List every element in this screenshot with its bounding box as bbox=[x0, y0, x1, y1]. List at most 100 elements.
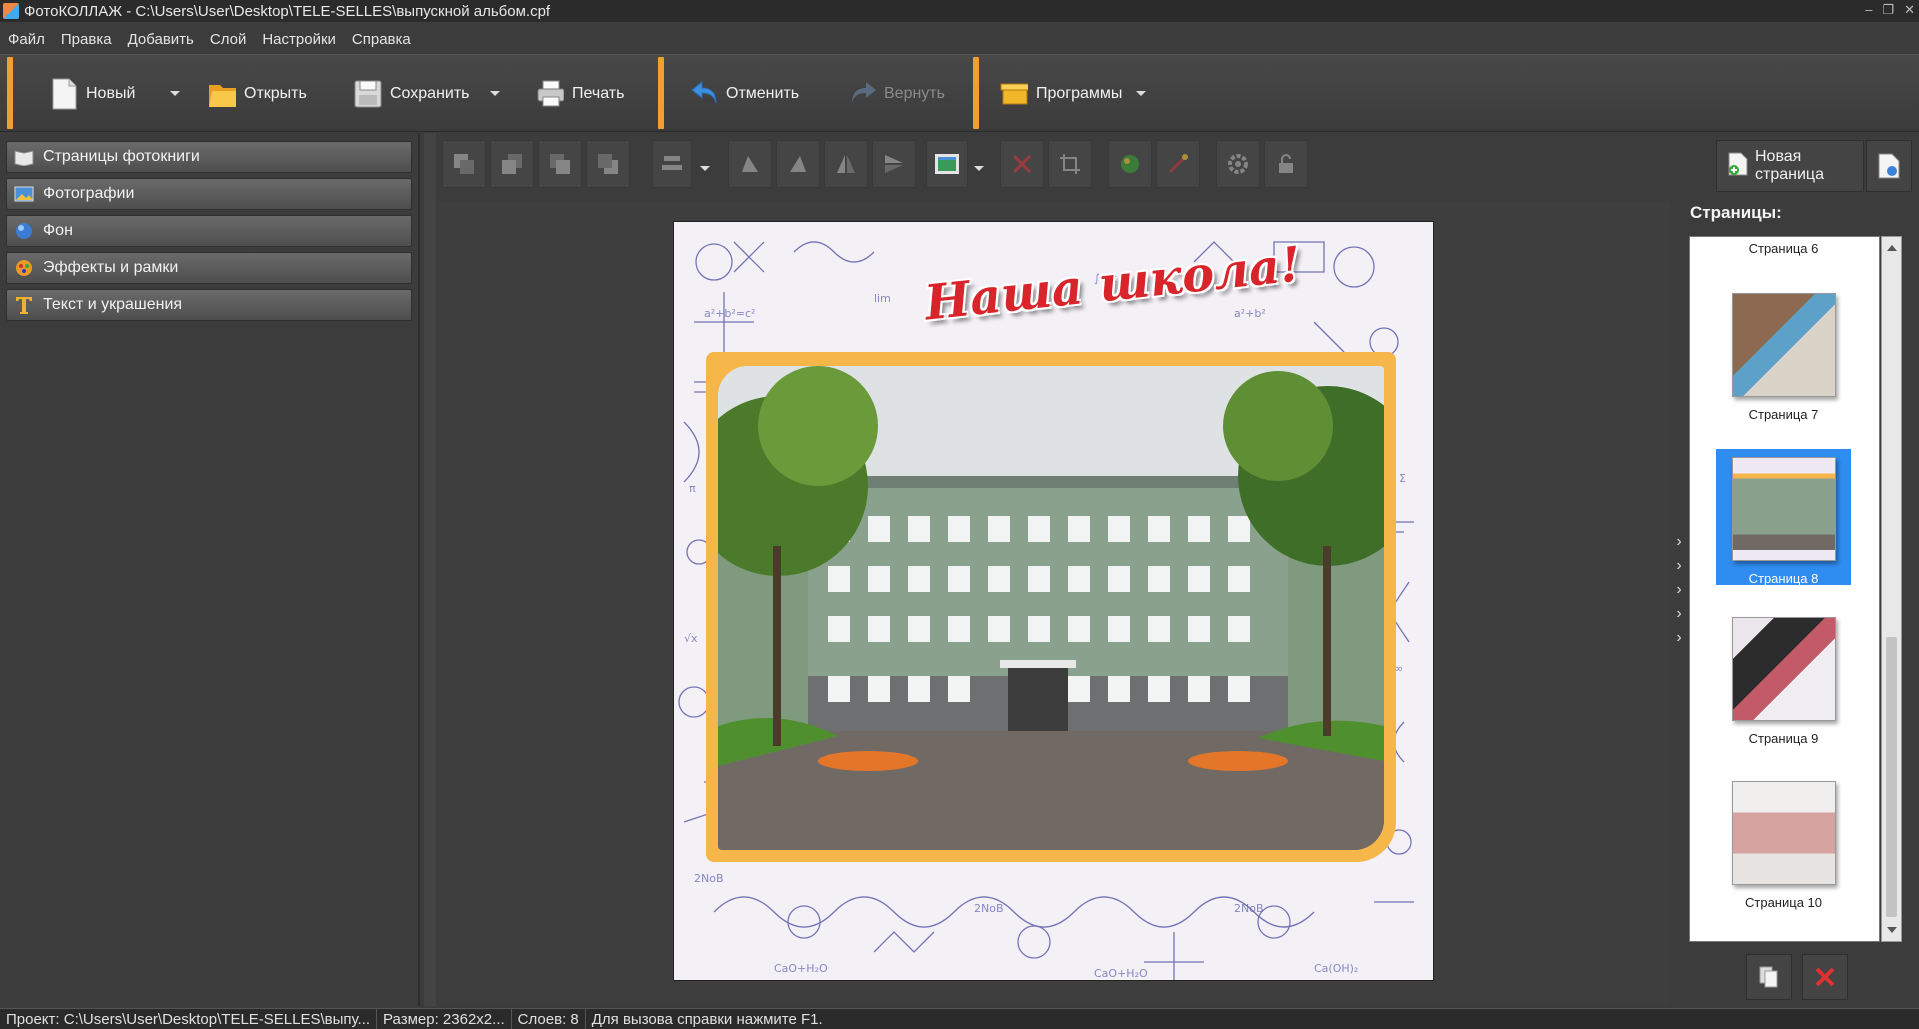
duplicate-page-button[interactable] bbox=[1746, 954, 1792, 1000]
align-dropdown-caret[interactable] bbox=[700, 166, 710, 171]
photo-frame[interactable] bbox=[706, 352, 1396, 862]
sidebar-item-label: Текст и украшения bbox=[43, 296, 183, 313]
align-icon bbox=[662, 156, 682, 170]
menu-add[interactable]: Добавить bbox=[120, 31, 202, 48]
programs-dropdown-caret[interactable] bbox=[1136, 91, 1146, 96]
edit-toolbar bbox=[438, 136, 1678, 196]
page-label: Страница 6 bbox=[1748, 241, 1819, 256]
sidebar-item-photobook-pages[interactable]: Страницы фотокниги bbox=[6, 141, 412, 173]
menu-file[interactable]: Файл bbox=[0, 31, 53, 48]
flip-vertical-button[interactable] bbox=[872, 140, 916, 188]
save-dropdown-caret[interactable] bbox=[490, 91, 500, 96]
open-button[interactable]: Открыть bbox=[208, 69, 307, 119]
rotate-right-button[interactable] bbox=[776, 140, 820, 188]
page-thumb-10[interactable]: Страница 10 bbox=[1716, 781, 1851, 910]
scroll-thumb[interactable] bbox=[1886, 637, 1897, 917]
crop-button[interactable] bbox=[1048, 140, 1092, 188]
magic-wand-button[interactable] bbox=[1156, 140, 1200, 188]
send-to-back-button[interactable] bbox=[586, 140, 630, 188]
page-thumbnail bbox=[1731, 781, 1836, 885]
page-label: Страница 7 bbox=[1748, 407, 1819, 422]
redo-button[interactable]: Вернуть bbox=[848, 69, 945, 119]
pages-list[interactable]: Страница 6 Страница 7 Страница 8 Страниц… bbox=[1689, 236, 1880, 942]
print-button[interactable]: Печать bbox=[536, 69, 624, 119]
status-size: Размер: 2362x2... bbox=[377, 1008, 512, 1029]
page-thumb-9[interactable]: Страница 9 bbox=[1716, 617, 1851, 746]
bring-forward-button[interactable] bbox=[490, 140, 534, 188]
chevron-right-icon: › bbox=[1676, 605, 1682, 622]
collapse-arrows[interactable]: › › › › › bbox=[1672, 530, 1686, 650]
svg-text:a²+b²: a²+b² bbox=[1234, 307, 1266, 320]
bring-to-front-button[interactable] bbox=[442, 140, 486, 188]
sidebar-item-label: Эффекты и рамки bbox=[43, 259, 179, 276]
new-button[interactable]: Новый bbox=[50, 69, 135, 119]
page-thumb-7[interactable]: Страница 7 bbox=[1716, 293, 1851, 422]
page-settings-button[interactable] bbox=[1866, 140, 1912, 192]
minimize-button[interactable]: – bbox=[1865, 2, 1872, 18]
crop-icon bbox=[1060, 154, 1080, 174]
new-page-button[interactable]: Новая страница bbox=[1716, 140, 1864, 192]
menu-bar: Файл Правка Добавить Слой Настройки Спра… bbox=[0, 26, 1919, 52]
menu-layer[interactable]: Слой bbox=[202, 31, 254, 48]
school-photo[interactable] bbox=[718, 366, 1384, 850]
flip-horizontal-icon bbox=[837, 155, 855, 173]
rotate-left-icon bbox=[742, 156, 758, 172]
close-window-button[interactable]: ✕ bbox=[1904, 2, 1915, 18]
page-thumbnail bbox=[1731, 293, 1836, 397]
new-label: Новый bbox=[86, 85, 136, 102]
fill-dropdown-caret[interactable] bbox=[974, 166, 984, 171]
color-effects-button[interactable] bbox=[1108, 140, 1152, 188]
toolbar-separator bbox=[7, 57, 13, 129]
menu-help[interactable]: Справка bbox=[344, 31, 419, 48]
sidebar-item-label: Фотографии bbox=[43, 185, 135, 202]
flip-horizontal-button[interactable] bbox=[824, 140, 868, 188]
scroll-up-icon[interactable] bbox=[1887, 245, 1897, 251]
page-thumb-6[interactable]: Страница 6 bbox=[1716, 241, 1851, 256]
page-thumbnail bbox=[1731, 617, 1836, 721]
photobook-page[interactable]: a²+b²=c² lim ∫ dx a²+b² π Σ √x ∞ 2NoB 2NoB 2NoB… bbox=[673, 221, 1434, 981]
fill-page-button[interactable] bbox=[926, 140, 968, 188]
sidebar-item-background[interactable]: Фон bbox=[6, 215, 412, 247]
sidebar-item-text[interactable]: Текст и украшения bbox=[6, 289, 412, 321]
scroll-down-icon[interactable] bbox=[1887, 927, 1897, 933]
sidebar-item-photos[interactable]: Фотографии bbox=[6, 178, 412, 210]
delete-page-button[interactable] bbox=[1802, 954, 1848, 1000]
rotate-left-button[interactable] bbox=[728, 140, 772, 188]
new-document-icon bbox=[50, 78, 78, 110]
flip-vertical-icon bbox=[885, 155, 903, 173]
book-icon bbox=[13, 146, 35, 168]
school-building-image bbox=[718, 366, 1384, 850]
panel-splitter[interactable] bbox=[424, 133, 436, 1006]
main-toolbar: Новый Открыть Сохранить Печать Отменить … bbox=[0, 54, 1919, 132]
svg-text:CaO+H₂O: CaO+H₂O bbox=[774, 962, 828, 975]
app-window: ФотоКОЛЛАЖ - C:\Users\User\Desktop\TELE-… bbox=[0, 0, 1919, 1029]
fill-page-icon bbox=[935, 154, 959, 174]
svg-text:π: π bbox=[689, 482, 696, 495]
new-dropdown-caret[interactable] bbox=[170, 91, 180, 96]
pages-scrollbar[interactable] bbox=[1881, 236, 1902, 942]
title-bar: ФотоКОЛЛАЖ - C:\Users\User\Desktop\TELE-… bbox=[0, 0, 1919, 22]
lock-button[interactable] bbox=[1264, 140, 1308, 188]
menu-edit[interactable]: Правка bbox=[53, 31, 120, 48]
page-thumbnail bbox=[1731, 457, 1836, 561]
delete-layer-button[interactable] bbox=[1000, 140, 1044, 188]
page-label: Страница 10 bbox=[1745, 895, 1822, 910]
restore-button[interactable]: ❐ bbox=[1882, 2, 1894, 18]
undo-button[interactable]: Отменить bbox=[690, 69, 799, 119]
chevron-right-icon: › bbox=[1676, 557, 1682, 574]
programs-button[interactable]: Программы bbox=[1000, 69, 1122, 119]
magic-wand-icon bbox=[1168, 154, 1188, 174]
folder-icon bbox=[208, 78, 236, 110]
send-backward-button[interactable] bbox=[538, 140, 582, 188]
page-thumb-8[interactable]: Страница 8 bbox=[1716, 449, 1851, 586]
properties-button[interactable] bbox=[1216, 140, 1260, 188]
left-panel: Страницы фотокниги Фотографии Фон Эффект… bbox=[0, 133, 420, 1006]
status-project-path: Проект: C:\Users\User\Desktop\TELE-SELLE… bbox=[0, 1008, 378, 1029]
save-button[interactable]: Сохранить bbox=[354, 69, 470, 119]
menu-settings[interactable]: Настройки bbox=[254, 31, 344, 48]
new-page-label: Новая страница bbox=[1755, 148, 1824, 183]
photos-icon bbox=[13, 183, 35, 205]
align-button[interactable] bbox=[652, 140, 692, 188]
bring-forward-icon bbox=[502, 154, 522, 174]
sidebar-item-effects[interactable]: Эффекты и рамки bbox=[6, 252, 412, 284]
